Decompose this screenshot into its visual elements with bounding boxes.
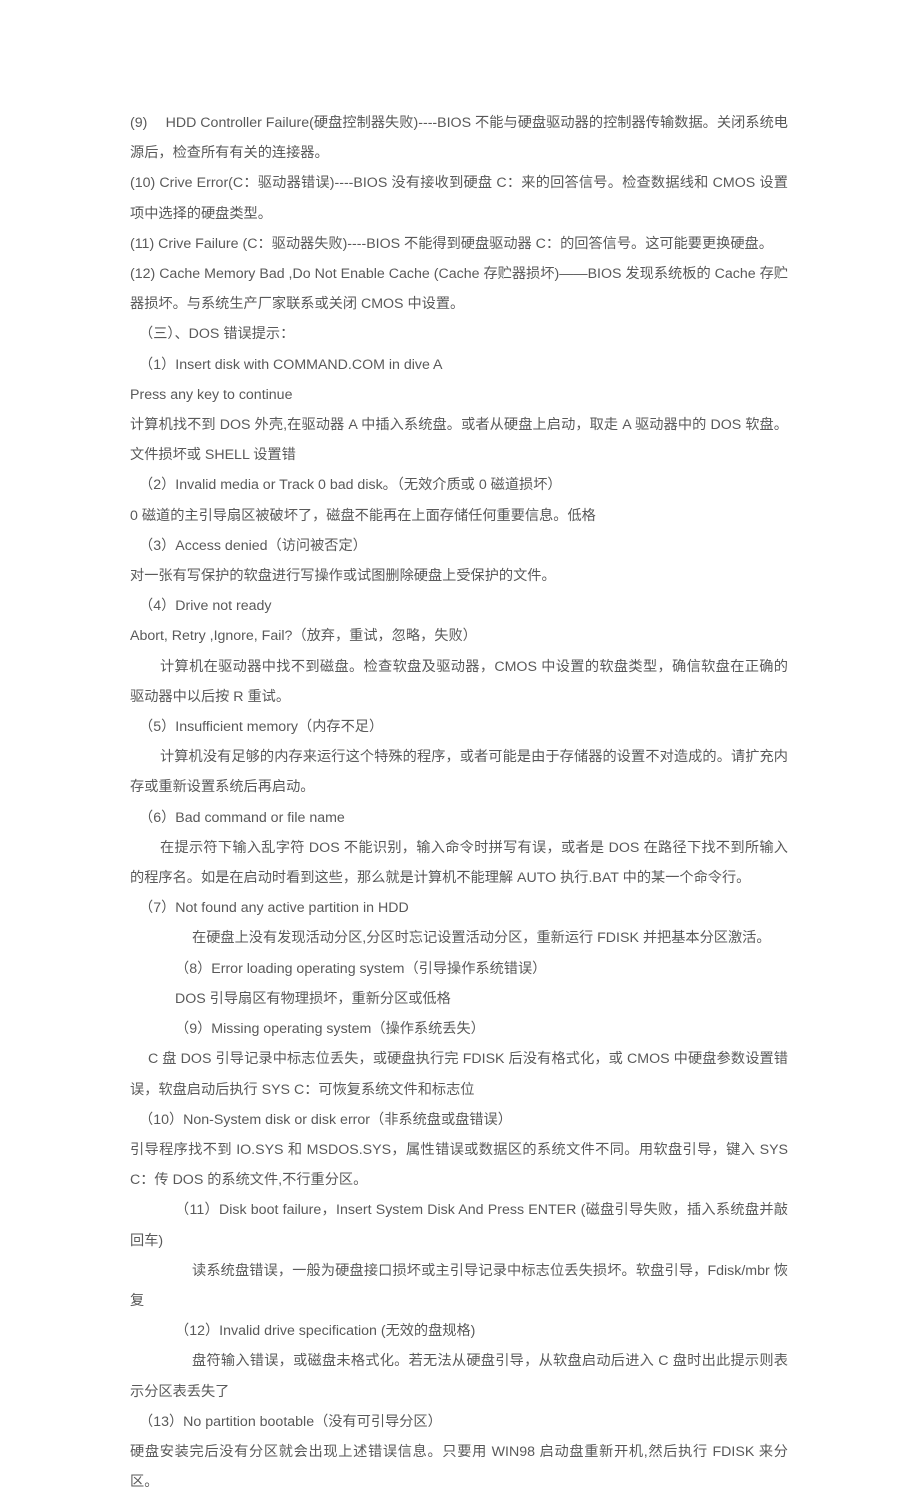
paragraph: （10）Non-System disk or disk error（非系统盘或盘… xyxy=(139,1111,512,1128)
paragraph: 计算机找不到 DOS 外壳,在驱动器 A 中插入系统盘。或者从硬盘上启动，取走 … xyxy=(130,417,788,464)
paragraph: (9) HDD Controller Failure(硬盘控制器失败)----B… xyxy=(130,115,788,162)
document-page: (9) HDD Controller Failure(硬盘控制器失败)----B… xyxy=(0,0,920,1490)
document-body: (9) HDD Controller Failure(硬盘控制器失败)----B… xyxy=(130,108,788,1497)
paragraph: Press any key to continue xyxy=(130,386,293,403)
paragraph: Abort, Retry ,Ignore, Fail?（放弃，重试，忽略，失败） xyxy=(130,628,477,645)
paragraph: 计算机在驱动器中找不到磁盘。检查软盘及驱动器，CMOS 中设置的软盘类型，确信软… xyxy=(130,658,788,705)
paragraph: 盘符输入错误，或磁盘未格式化。若无法从硬盘引导，从软盘启动后进入 C 盘时出此提… xyxy=(130,1353,788,1400)
paragraph: （13）No partition bootable（没有可引导分区） xyxy=(139,1413,442,1430)
paragraph: （3）Access denied（访问被否定） xyxy=(139,537,367,554)
paragraph: DOS 引导扇区有物理损坏，重新分区或低格 xyxy=(175,990,451,1007)
paragraph: 在提示符下输入乱字符 DOS 不能识别，输入命令时拼写有误，或者是 DOS 在路… xyxy=(130,839,788,887)
paragraph: (11) Crive Failure (C：驱动器失败)----BIOS 不能得… xyxy=(130,235,773,252)
paragraph: 读系统盘错误，一般为硬盘接口损坏或主引导记录中标志位丢失损坏。软盘引导，Fdis… xyxy=(130,1262,788,1309)
paragraph: （9）Missing operating system（操作系统丢失） xyxy=(175,1021,485,1038)
paragraph: （三）、DOS 错误提示： xyxy=(139,326,295,343)
paragraph: C 盘 DOS 引导记录中标志位丢失，或硬盘执行完 FDISK 后没有格式化，或… xyxy=(130,1051,788,1098)
paragraph: 0 磁道的主引导扇区被破坏了，磁盘不能再在上面存储任何重要信息。低格 xyxy=(130,507,596,524)
paragraph: (10) Crive Error(C：驱动器错误)----BIOS 没有接收到硬… xyxy=(130,175,788,222)
paragraph: （2）Invalid media or Track 0 bad disk。（无效… xyxy=(139,477,562,494)
paragraph: 对一张有写保护的软盘进行写操作或试图删除硬盘上受保护的文件。 xyxy=(130,568,556,585)
paragraph: 计算机没有足够的内存来运行这个特殊的程序，或者可能是由于存储器的设置不对造成的。… xyxy=(130,749,788,796)
paragraph: （5）Insufficient memory（内存不足） xyxy=(139,719,384,736)
paragraph: （1）Insert disk with COMMAND.COM in dive … xyxy=(139,356,443,373)
paragraph: 硬盘安装完后没有分区就会出现上述错误信息。只要用 WIN98 启动盘重新开机,然… xyxy=(130,1443,788,1491)
paragraph: （6）Bad command or file name xyxy=(139,809,345,826)
paragraph: （8）Error loading operating system（引导操作系统… xyxy=(175,960,547,977)
paragraph: （12）Invalid drive specification (无效的盘规格) xyxy=(175,1323,476,1340)
paragraph: 引导程序找不到 IO.SYS 和 MSDOS.SYS，属性错误或数据区的系统文件… xyxy=(130,1141,788,1189)
paragraph: （7）Not found any active partition in HDD xyxy=(139,900,409,917)
paragraph: （11）Disk boot failure，Insert System Disk… xyxy=(130,1202,788,1249)
paragraph: (12) Cache Memory Bad ,Do Not Enable Cac… xyxy=(130,266,788,313)
paragraph: （4）Drive not ready xyxy=(139,598,272,615)
paragraph: 在硬盘上没有发现活动分区,分区时忘记设置活动分区，重新运行 FDISK 并把基本… xyxy=(192,930,771,947)
